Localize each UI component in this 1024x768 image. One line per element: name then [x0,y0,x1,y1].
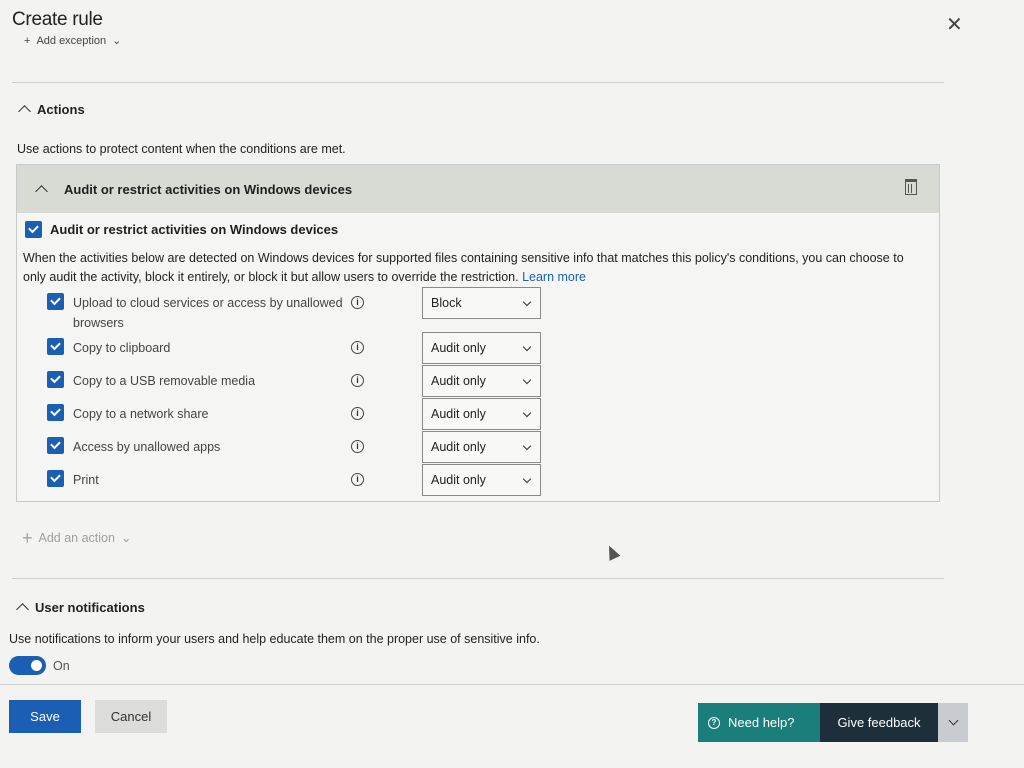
create-rule-panel: Create rule ✕ + Add exception ⌄ Actions … [0,0,1024,768]
info-icon[interactable]: i [351,374,364,387]
dropdown-value: Audit only [431,374,486,388]
need-help-button[interactable]: ? Need help? [698,703,820,742]
plus-icon: + [22,527,33,548]
divider [0,684,1024,685]
activity-checkbox[interactable] [47,437,64,454]
dropdown-value: Audit only [431,407,486,421]
action-card-description: When the activities below are detected o… [23,249,923,287]
dropdown-value: Audit only [431,341,486,355]
activity-label: Copy to a network share [73,407,209,421]
audit-restrict-label: Audit or restrict activities on Windows … [50,222,339,237]
cancel-button[interactable]: Cancel [95,700,167,733]
actions-description: Use actions to protect content when the … [17,142,346,156]
feedback-collapse-button[interactable] [938,703,968,742]
activity-row-upload: Upload to cloud services or access by un… [47,287,547,330]
plus-icon: + [24,34,31,47]
actions-section-toggle[interactable]: Actions [18,102,85,118]
notifications-section-title: User notifications [35,600,145,615]
activity-label: Upload to cloud services or access by un… [73,296,343,330]
chevron-down-icon [522,474,532,484]
info-icon[interactable]: i [351,341,364,354]
actions-section-title: Actions [37,102,85,117]
dropdown-value: Block [431,296,462,310]
activity-action-dropdown[interactable]: Audit only [422,464,541,496]
audit-restrict-checkbox[interactable]: Audit or restrict activities on Windows … [25,221,338,238]
activity-row-network-share: Copy to a network share i Audit only [47,398,547,430]
chevron-down-icon [522,297,532,307]
activity-label: Copy to clipboard [73,341,171,355]
panel-title: Create rule [12,9,103,30]
activity-action-dropdown[interactable]: Audit only [422,431,541,463]
activity-row-unallowed-apps: Access by unallowed apps i Audit only [47,431,547,463]
notifications-toggle-label: On [53,659,70,673]
chevron-up-icon [16,603,29,616]
activity-label: Print [73,473,99,487]
action-card-description-text: When the activities below are detected o… [23,251,904,284]
help-icon: ? [708,716,720,729]
activity-action-dropdown[interactable]: Audit only [422,332,541,364]
activity-row-print: Print i Audit only [47,464,547,496]
need-help-label: Need help? [728,715,795,730]
activity-label: Copy to a USB removable media [73,374,256,388]
activity-label: Access by unallowed apps [73,440,221,454]
chevron-down-icon [522,342,532,352]
divider [12,82,944,83]
save-button[interactable]: Save [9,700,81,733]
action-card-title: Audit or restrict activities on Windows … [64,181,353,197]
dropdown-value: Audit only [431,473,486,487]
notifications-description: Use notifications to inform your users a… [9,632,540,646]
info-icon[interactable]: i [351,296,364,309]
learn-more-link[interactable]: Learn more [522,270,586,284]
divider [12,578,944,579]
chevron-down-icon [522,441,532,451]
chevron-down-icon [948,715,958,726]
chevron-up-icon [35,184,48,198]
info-icon[interactable]: i [351,407,364,420]
notifications-section-toggle[interactable]: User notifications [16,600,145,616]
feedback-bar: ? Need help? Give feedback [698,703,968,742]
dropdown-value: Audit only [431,440,486,454]
chevron-down-icon [522,408,532,418]
add-exception-button[interactable]: + Add exception ⌄ [24,34,122,48]
chevron-down-icon: ⌄ [120,531,132,545]
add-action-label: Add an action [38,530,115,545]
delete-icon[interactable] [905,179,917,195]
mouse-cursor-icon [603,543,621,561]
chevron-down-icon [522,375,532,385]
activity-action-dropdown[interactable]: Audit only [422,365,541,397]
activity-row-clipboard: Copy to clipboard i Audit only [47,332,547,364]
notifications-toggle[interactable] [9,656,46,675]
give-feedback-button[interactable]: Give feedback [820,703,938,742]
activity-checkbox[interactable] [47,404,64,421]
info-icon[interactable]: i [351,440,364,453]
activity-checkbox[interactable] [47,470,64,487]
add-exception-label: Add exception [36,34,107,47]
activity-checkbox[interactable] [47,371,64,388]
activity-action-dropdown[interactable]: Block [422,287,541,319]
add-action-button[interactable]: + Add an action ⌄ [22,527,132,548]
checkbox-checked-icon [25,221,42,238]
info-icon[interactable]: i [351,473,364,486]
activity-row-usb: Copy to a USB removable media i Audit on… [47,365,547,397]
activity-action-dropdown[interactable]: Audit only [422,398,541,430]
chevron-down-icon: ⌄ [112,35,122,47]
chevron-up-icon [18,105,31,118]
action-card-header[interactable]: Audit or restrict activities on Windows … [17,165,939,213]
activity-checkbox[interactable] [47,293,64,310]
action-card: Audit or restrict activities on Windows … [16,164,940,502]
close-icon[interactable]: ✕ [946,12,963,37]
activity-checkbox[interactable] [47,338,64,355]
